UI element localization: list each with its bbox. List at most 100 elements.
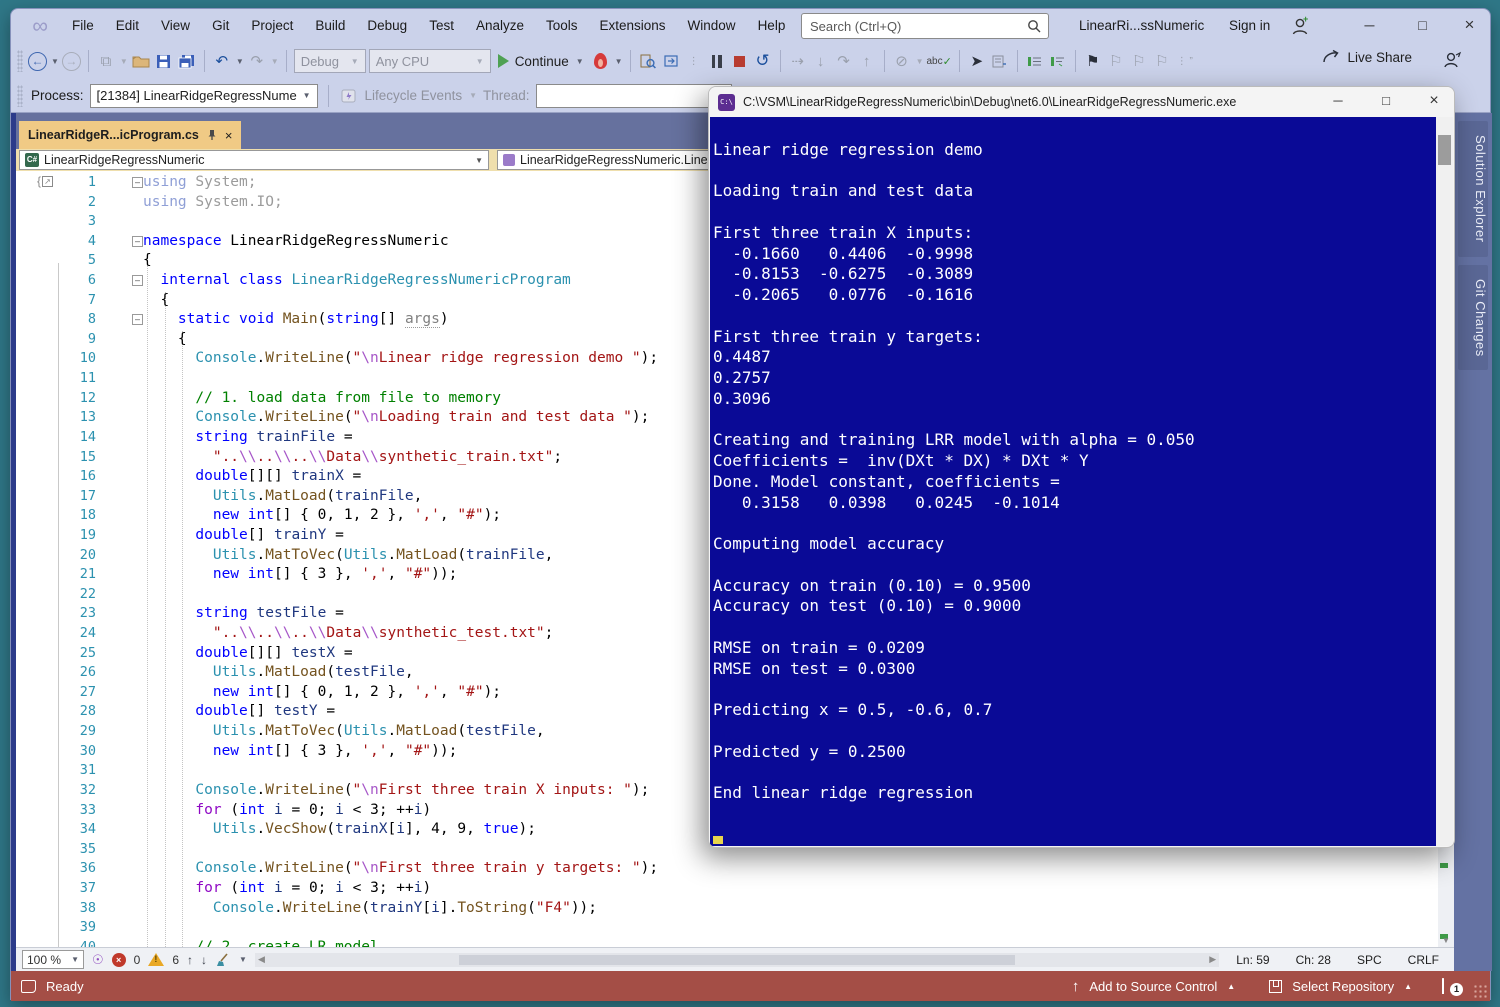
menu-help[interactable]: Help <box>747 9 797 43</box>
source-control-caret-icon[interactable]: ▲ <box>1227 982 1235 991</box>
continue-button[interactable]: Continue ▼ <box>494 54 588 69</box>
save-all-icon[interactable] <box>177 49 197 73</box>
console-close-button[interactable]: × <box>1414 87 1454 117</box>
fold-collapse-icon[interactable]: – <box>132 236 143 247</box>
space-mode[interactable]: SPC <box>1348 953 1391 967</box>
processbar-drag-handle[interactable] <box>17 85 23 107</box>
select-repository-button[interactable]: Select Repository <box>1292 979 1394 994</box>
minimize-button[interactable]: ─ <box>1347 9 1392 43</box>
previous-issue-icon[interactable]: ↑ <box>187 953 193 967</box>
code-line[interactable]: 37 for (int i = 0; i < 3; ++i) <box>16 879 1438 899</box>
stop-icon[interactable] <box>730 49 750 73</box>
menu-extensions[interactable]: Extensions <box>589 9 677 43</box>
sign-in-person-icon[interactable]: + <box>1289 15 1311 37</box>
console-scrollbar-thumb[interactable] <box>1438 135 1451 165</box>
format-document-icon[interactable] <box>990 49 1010 73</box>
tab-git-changes[interactable]: Git Changes <box>1458 265 1488 371</box>
bookmark-next-icon: ⚐ <box>1129 49 1149 73</box>
lifecycle-events-icon <box>339 84 359 108</box>
error-count[interactable]: 0 <box>134 953 141 967</box>
open-folder-icon[interactable] <box>131 49 151 73</box>
toolbar-overflow-icon[interactable]: ⋮ <box>684 49 704 73</box>
scroll-left-icon[interactable]: ◀ <box>258 954 265 965</box>
console-window[interactable]: C:\ C:\VSM\LinearRidgeRegressNumeric\bin… <box>708 86 1455 848</box>
menu-file[interactable]: File <box>61 9 105 43</box>
live-share-button[interactable]: Live Share <box>1322 49 1412 65</box>
pause-icon[interactable] <box>707 49 727 73</box>
console-minimize-button[interactable]: ─ <box>1318 87 1358 117</box>
bookmark-overflow-icon[interactable]: ⋮ ” <box>1175 49 1195 73</box>
errors-icon[interactable]: × <box>112 953 126 967</box>
thread-select[interactable]: ▼ <box>536 84 732 108</box>
account-person-icon[interactable] <box>1442 51 1462 69</box>
intellicode-icon[interactable]: ☉ <box>92 952 104 968</box>
save-icon[interactable] <box>154 49 174 73</box>
menu-window[interactable]: Window <box>677 9 747 43</box>
repository-caret-icon[interactable]: ▲ <box>1404 982 1412 991</box>
background-tasks-icon[interactable] <box>21 980 36 993</box>
warnings-icon[interactable] <box>148 953 164 966</box>
comment-lines-icon[interactable] <box>1025 49 1045 73</box>
pin-icon[interactable] <box>207 129 217 141</box>
menu-debug[interactable]: Debug <box>356 9 418 43</box>
console-maximize-button[interactable]: □ <box>1366 87 1406 117</box>
zoom-select[interactable]: 100 %▼ <box>22 950 84 969</box>
scrollbar-down-arrow-icon[interactable]: ▼ <box>1438 936 1454 945</box>
menu-tools[interactable]: Tools <box>535 9 589 43</box>
scroll-right-icon[interactable]: ▶ <box>1209 954 1216 965</box>
hot-reload-icon[interactable] <box>591 49 611 73</box>
sign-in-link[interactable]: Sign in <box>1229 9 1270 43</box>
menu-build[interactable]: Build <box>304 9 356 43</box>
console-title-bar[interactable]: C:\ C:\VSM\LinearRidgeRegressNumeric\bin… <box>709 87 1454 117</box>
horizontal-scrollbar-thumb[interactable] <box>459 955 1015 965</box>
tab-solution-explorer[interactable]: Solution Explorer <box>1458 121 1488 257</box>
undo-icon[interactable]: ↶ <box>212 49 232 73</box>
warning-count[interactable]: 6 <box>172 953 179 967</box>
console-scrollbar[interactable] <box>1436 117 1453 846</box>
horizontal-scrollbar[interactable]: ◀ ▶ <box>255 953 1219 967</box>
scrollbar-change-mark <box>1440 863 1448 868</box>
navigate-back-dropdown-icon[interactable]: ▼ <box>51 57 59 66</box>
fold-collapse-icon[interactable]: – <box>132 314 143 325</box>
close-button[interactable]: × <box>1447 9 1492 43</box>
add-to-source-control-button[interactable]: Add to Source Control <box>1089 979 1217 994</box>
fold-collapse-icon[interactable]: – <box>132 275 143 286</box>
notifications-bell-icon[interactable]: 1 <box>1442 979 1456 993</box>
console-title: C:\VSM\LinearRidgeRegressNumeric\bin\Deb… <box>743 95 1310 109</box>
maximize-button[interactable]: □ <box>1400 9 1445 43</box>
menu-project[interactable]: Project <box>240 9 304 43</box>
process-select[interactable]: [21384] LinearRidgeRegressNume▼ <box>90 84 318 108</box>
tab-close-icon[interactable]: × <box>225 128 233 143</box>
project-dropdown[interactable]: C# LinearRidgeRegressNumeric ▼ <box>19 150 489 170</box>
pointer-mode-icon[interactable]: ➤ <box>967 49 987 73</box>
find-in-files-icon[interactable] <box>638 49 658 73</box>
search-input[interactable]: Search (Ctrl+Q) <box>801 13 1049 39</box>
code-line[interactable]: 38 Console.WriteLine(trainY[i].ToString(… <box>16 899 1438 919</box>
fold-collapse-icon[interactable]: – <box>132 177 143 188</box>
sync-with-active-document-icon[interactable] <box>661 49 681 73</box>
uncomment-lines-icon[interactable] <box>1048 49 1068 73</box>
toolbar-drag-handle[interactable] <box>17 50 23 72</box>
line-number: 5 <box>16 251 96 271</box>
document-tab[interactable]: LinearRidgeR...icProgram.cs × <box>19 121 241 149</box>
line-number: 36 <box>16 859 96 879</box>
code-analysis-icon[interactable]: abc✓ <box>927 49 952 73</box>
code-line[interactable]: 36 Console.WriteLine("\nFirst three trai… <box>16 859 1438 879</box>
menu-analyze[interactable]: Analyze <box>465 9 535 43</box>
line-ending-mode[interactable]: CRLF <box>1399 953 1448 967</box>
next-issue-icon[interactable]: ↓ <box>201 953 207 967</box>
bookmark-toggle-icon[interactable]: ⚑ <box>1083 49 1103 73</box>
code-cleanup-icon[interactable] <box>215 953 230 967</box>
navigate-back-icon[interactable]: ← <box>28 52 47 71</box>
resize-grip[interactable] <box>1473 984 1487 998</box>
menu-view[interactable]: View <box>150 9 201 43</box>
new-item-icon[interactable]: ⧉ <box>96 49 116 73</box>
breakpoints-icon[interactable]: ⊘ <box>892 49 912 73</box>
menu-test[interactable]: Test <box>418 9 465 43</box>
menu-git[interactable]: Git <box>201 9 240 43</box>
restart-icon[interactable]: ↺ <box>753 49 773 73</box>
code-line[interactable]: 39 <box>16 918 1438 938</box>
line-number: 27 <box>16 683 96 703</box>
redo-icon: ↷ <box>247 49 267 73</box>
menu-edit[interactable]: Edit <box>105 9 150 43</box>
